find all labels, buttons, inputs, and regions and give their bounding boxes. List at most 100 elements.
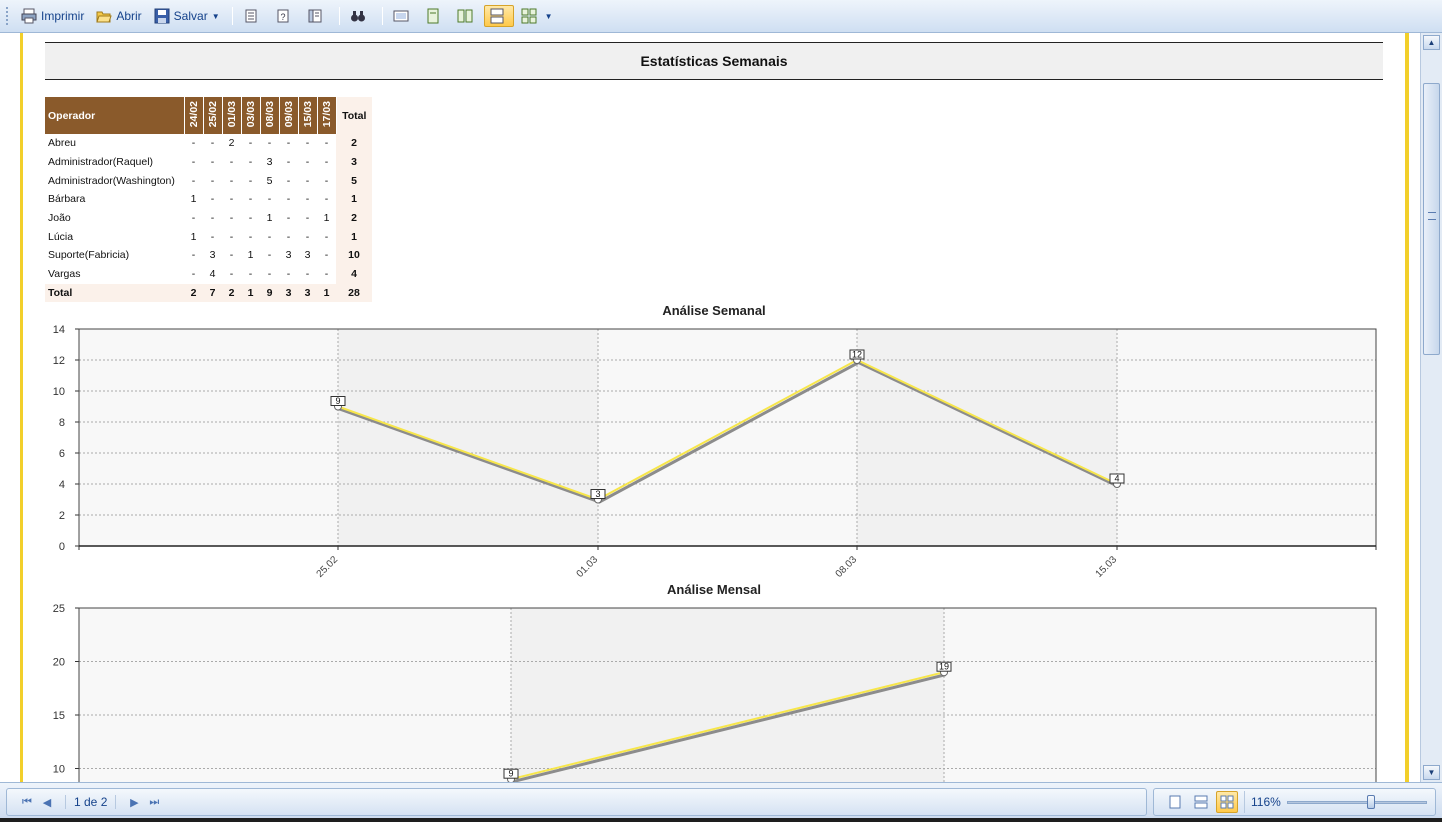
header-operator: Operador <box>45 97 185 134</box>
y-tick-label: 10 <box>53 386 65 398</box>
operator-name: João <box>48 212 71 225</box>
status-bar: ⏮ ◀ 1 de 2 ▶ ⏭ 116% <box>0 782 1442 822</box>
header-date: 24/02 <box>184 97 204 134</box>
count-cell: - <box>267 249 272 262</box>
count-cell: - <box>229 230 234 243</box>
count-cell: - <box>324 193 329 206</box>
count-cell: - <box>229 249 234 262</box>
table-row: Suporte(Fabricia) -3-1-3 3-10 <box>45 246 372 265</box>
y-tick-label: 10 <box>53 764 65 776</box>
count-cell: - <box>286 193 291 206</box>
data-label: 3 <box>595 489 600 499</box>
chart-band <box>338 329 598 546</box>
next-page-icon[interactable]: ▶ <box>124 796 144 809</box>
binoculars-icon <box>350 11 365 22</box>
count-cell: - <box>305 156 310 169</box>
count-cell: - <box>267 137 272 150</box>
count-cell: - <box>324 249 329 262</box>
count-cell: - <box>267 230 272 243</box>
count-cell: - <box>248 137 253 150</box>
table-body: Abreu - -2- - - - -2 Administrador(Raquel) - - - -3… <box>45 134 372 303</box>
count-cell: - <box>248 156 253 169</box>
help-page-icon: ? <box>277 9 289 23</box>
data-label: 4 <box>1114 474 1119 484</box>
chart-band <box>1117 329 1376 546</box>
count-cell: 7 <box>203 283 222 303</box>
weekly-line-chart: 0 2 4 6 8 10 12 14 9 3 12 4 25.02 01.03 08.03 15.03 <box>53 324 1377 580</box>
continuous-view-button[interactable] <box>483 5 514 27</box>
row-total: 28 <box>336 283 372 303</box>
whole-page-button[interactable] <box>420 5 450 27</box>
y-tick-label: 12 <box>53 355 65 367</box>
page-setup-button[interactable] <box>238 5 268 27</box>
svg-text:?: ? <box>280 12 285 22</box>
page-right-border <box>1405 33 1409 782</box>
zoom-slider-track <box>1286 801 1427 804</box>
count-cell: - <box>286 212 291 225</box>
scroll-up-button[interactable]: ▲ <box>1423 35 1440 50</box>
find-button[interactable] <box>345 5 375 27</box>
count-cell: 3 <box>209 249 216 262</box>
y-tick-label: 6 <box>59 448 65 460</box>
view-zoom-controls: 116% <box>1153 788 1436 816</box>
first-page-icon[interactable]: ⏮ <box>17 796 37 809</box>
count-cell: - <box>305 230 310 243</box>
multi-page-view-button[interactable] <box>1216 791 1238 813</box>
count-cell: - <box>191 156 196 169</box>
chevron-down-icon: ▼ <box>211 11 220 21</box>
scroll-thumb[interactable] <box>1423 83 1440 355</box>
count-cell: - <box>210 212 215 225</box>
multi-page-button[interactable]: ▼ <box>516 5 558 27</box>
header-date: 25/02 <box>203 97 223 134</box>
last-page-icon[interactable]: ⏭ <box>144 796 164 809</box>
count-cell: 3 <box>266 156 273 169</box>
page-setup-icon <box>245 9 257 23</box>
count-cell: - <box>305 174 310 187</box>
page-left-border <box>20 33 23 782</box>
count-cell: - <box>229 156 234 169</box>
two-page-view-button[interactable] <box>1190 791 1212 813</box>
report-viewport: Estatísticas Semanais Operador 24/02 25/… <box>0 33 1420 782</box>
document-map-icon <box>308 9 322 23</box>
zoom-slider[interactable] <box>1286 792 1427 812</box>
operator-name: Suporte(Fabricia) <box>48 249 130 262</box>
count-cell: 9 <box>260 283 279 303</box>
print-button[interactable]: Imprimir <box>16 5 89 27</box>
previous-page-icon[interactable]: ◀ <box>37 796 57 809</box>
weekly-chart-title: Análise Semanal <box>662 303 766 318</box>
page-width-icon <box>393 10 409 22</box>
single-page-view-button[interactable] <box>1164 791 1186 813</box>
document-map-button[interactable] <box>302 5 332 27</box>
count-cell: 3 <box>304 249 311 262</box>
row-total: 5 <box>336 171 372 191</box>
x-tick-label: 01.03 <box>575 554 601 580</box>
count-cell: - <box>286 268 291 281</box>
chart-band <box>944 608 1376 782</box>
folder-open-icon <box>96 11 113 23</box>
vertical-scrollbar[interactable]: ▲ ▼ <box>1420 33 1442 782</box>
save-button[interactable]: Salvar ▼ <box>149 5 225 27</box>
count-cell: - <box>191 174 196 187</box>
continuous-pages-icon <box>490 8 504 24</box>
printer-icon <box>21 8 37 24</box>
count-cell: 1 <box>266 212 273 225</box>
x-tick-label: 08.03 <box>834 554 860 580</box>
page-width-button[interactable] <box>388 5 418 27</box>
count-cell: - <box>324 230 329 243</box>
toolbar-grip[interactable] <box>6 7 10 25</box>
scroll-down-button[interactable]: ▼ <box>1423 765 1440 780</box>
count-cell: 2 <box>184 283 203 303</box>
count-cell: - <box>210 137 215 150</box>
two-page-icon <box>1194 795 1208 809</box>
data-label: 12 <box>852 350 862 360</box>
help-button[interactable]: ? <box>270 5 300 27</box>
page-info: 1 de 2 <box>65 795 117 809</box>
y-tick-label: 8 <box>59 417 65 429</box>
two-pages-button[interactable] <box>452 5 482 27</box>
count-cell: - <box>267 193 272 206</box>
count-cell: - <box>324 137 329 150</box>
toolbar-separator <box>338 7 340 25</box>
zoom-slider-knob[interactable] <box>1366 795 1375 809</box>
count-cell: - <box>305 268 310 281</box>
open-button[interactable]: Abrir <box>91 5 146 27</box>
